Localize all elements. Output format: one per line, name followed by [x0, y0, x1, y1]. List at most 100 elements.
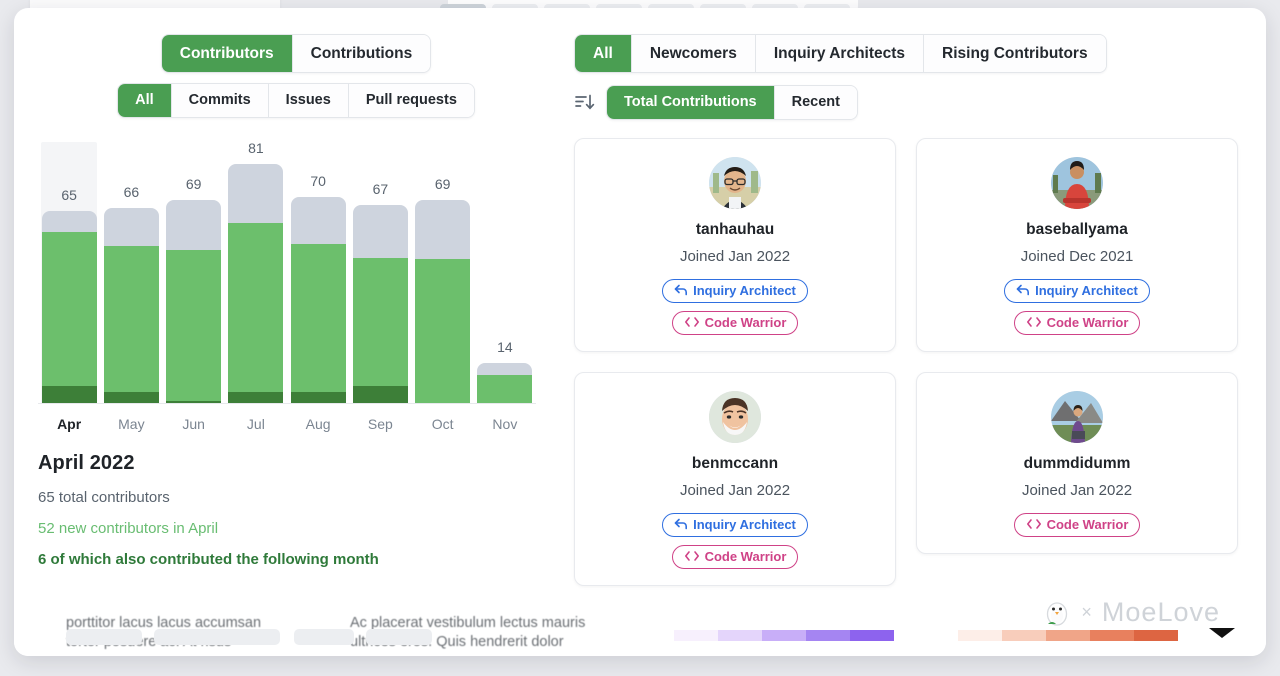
chart-segment-returning — [353, 386, 408, 404]
badge-inquiry-architect[interactable]: Inquiry Architect — [662, 513, 808, 537]
chart-bar-sep[interactable]: 67 — [349, 142, 411, 404]
contributors-chart-panel: Contributors Contributions All Commits I… — [38, 34, 554, 568]
chart-bar-nov[interactable]: 14 — [474, 142, 536, 404]
chart-x-label-oct[interactable]: Oct — [412, 416, 474, 432]
chart-axis-line — [38, 403, 536, 404]
purple-color-scale-legend — [674, 630, 894, 641]
background-chip — [154, 629, 280, 645]
summary-title: April 2022 — [38, 452, 554, 475]
tab-newcomers[interactable]: Newcomers — [632, 35, 756, 72]
badge-inquiry-architect[interactable]: Inquiry Architect — [1004, 279, 1150, 303]
chart-x-label-aug[interactable]: Aug — [287, 416, 349, 432]
penguin-logo-icon — [1042, 598, 1072, 628]
sort-tab-group[interactable]: Total Contributions Recent — [606, 85, 858, 119]
chart-x-label-jun[interactable]: Jun — [163, 416, 225, 432]
primary-tab-group[interactable]: Contributors Contributions — [161, 34, 431, 73]
background-chip — [66, 629, 142, 645]
chart-bar-jun[interactable]: 69 — [163, 142, 225, 404]
chart-bar-aug[interactable]: 70 — [287, 142, 349, 404]
chart-segment-new — [415, 259, 470, 404]
badge-label: Inquiry Architect — [1035, 283, 1138, 298]
chart-bar-jul[interactable]: 81 — [225, 142, 287, 404]
chart-segment-new — [166, 250, 221, 401]
contributor-card[interactable]: dummdidumm Joined Jan 2022 Code Warrior — [916, 372, 1238, 554]
contributor-card[interactable]: tanhauhau Joined Jan 2022 Inquiry Architec… — [574, 138, 896, 352]
reply-arrow-icon — [1016, 284, 1030, 296]
badge-code-warrior[interactable]: Code Warrior — [1014, 513, 1141, 537]
filter-tab-commits[interactable]: Commits — [172, 84, 269, 116]
badge-inquiry-architect[interactable]: Inquiry Architect — [662, 279, 808, 303]
chart-bar-may[interactable]: 66 — [100, 142, 162, 404]
chart-bar-apr[interactable]: 65 — [38, 142, 100, 404]
reply-arrow-icon — [674, 284, 688, 296]
chart-x-label-jul[interactable]: Jul — [225, 416, 287, 432]
tab-rising-contributors[interactable]: Rising Contributors — [924, 35, 1106, 72]
filter-tab-pull-requests[interactable]: Pull requests — [349, 84, 474, 116]
sort-tab-total-contributions[interactable]: Total Contributions — [607, 86, 775, 118]
contributor-username[interactable]: dummdidumm — [927, 455, 1227, 473]
chart-bar-stack — [415, 200, 470, 404]
primary-tab-group-wrap: Contributors Contributions — [38, 34, 554, 73]
contributor-badges: Inquiry Architect Code Warrior — [927, 279, 1227, 335]
sort-descending-icon[interactable] — [574, 92, 596, 112]
chevron-down-icon[interactable] — [1209, 628, 1235, 638]
tab-inquiry-architects[interactable]: Inquiry Architects — [756, 35, 924, 72]
chart-bar-oct[interactable]: 69 — [412, 142, 474, 404]
badge-code-warrior[interactable]: Code Warrior — [672, 311, 799, 335]
chart-bar-value: 69 — [412, 176, 474, 192]
badge-code-warrior[interactable]: Code Warrior — [1014, 311, 1141, 335]
chart-x-label-sep[interactable]: Sep — [349, 416, 411, 432]
color-scale-swatch — [718, 630, 762, 641]
orange-color-scale-legend — [958, 630, 1178, 641]
filter-tab-all[interactable]: All — [118, 84, 172, 116]
reply-arrow-icon — [674, 518, 688, 530]
badge-code-warrior[interactable]: Code Warrior — [672, 545, 799, 569]
chart-bar-value: 65 — [38, 187, 100, 203]
contributor-joined-date: Joined Jan 2022 — [585, 248, 885, 265]
chart-segment-new — [228, 223, 283, 392]
contributor-card[interactable]: baseballyamaJoined Dec 2021Inquiry Archi… — [916, 138, 1238, 352]
color-scale-swatch — [1134, 630, 1178, 641]
chart-bar-value: 66 — [100, 184, 162, 200]
avatar — [709, 157, 761, 209]
avatar — [709, 391, 761, 443]
tab-all[interactable]: All — [575, 35, 632, 72]
contributor-badges: Inquiry Architect Code Warrior — [585, 279, 885, 335]
contributor-username[interactable]: baseballyama — [927, 221, 1227, 239]
tab-contributions[interactable]: Contributions — [293, 35, 431, 72]
contributor-username[interactable]: tanhauhau — [585, 221, 885, 239]
filter-tab-issues[interactable]: Issues — [269, 84, 349, 116]
background-chip — [294, 629, 354, 645]
color-scale-swatch — [674, 630, 718, 641]
watermark-separator: × — [1081, 602, 1093, 623]
chart-x-label-nov[interactable]: Nov — [474, 416, 536, 432]
summary-new-contributors: 52 new contributors in April — [38, 520, 554, 537]
contributor-username[interactable]: benmccann — [585, 455, 885, 473]
color-scale-swatch — [806, 630, 850, 641]
color-scale-swatch — [958, 630, 1002, 641]
sort-tab-recent[interactable]: Recent — [775, 86, 857, 118]
secondary-tab-group-wrap: All Commits Issues Pull requests — [38, 83, 554, 117]
color-scale-swatch — [1090, 630, 1134, 641]
contributor-card[interactable]: benmccann Joined Jan 2022 Inquiry Architec… — [574, 372, 896, 586]
contributor-joined-date: Joined Jan 2022 — [927, 482, 1227, 499]
chart-bar-stack — [42, 211, 97, 404]
chart-segment-new — [477, 375, 532, 404]
sort-controls: Total Contributions Recent — [574, 85, 1264, 119]
color-scale-swatch — [762, 630, 806, 641]
code-brackets-icon — [1026, 518, 1042, 530]
tab-contributors[interactable]: Contributors — [162, 35, 293, 72]
contributor-filter-tabs[interactable]: All Newcomers Inquiry Architects Rising … — [574, 34, 1107, 73]
chart-segment-new — [291, 244, 346, 392]
contributors-bar-chart[interactable]: 6566698170676914 AprMayJunJulAugSepOctNo… — [38, 142, 536, 432]
contributor-joined-date: Joined Jan 2022 — [585, 482, 885, 499]
chart-x-label-may[interactable]: May — [100, 416, 162, 432]
badge-label: Inquiry Architect — [693, 517, 796, 532]
secondary-tab-group[interactable]: All Commits Issues Pull requests — [117, 83, 475, 117]
avatar — [1051, 157, 1103, 209]
chart-bar-stack — [353, 205, 408, 404]
chart-bar-value: 69 — [163, 176, 225, 192]
chart-x-label-apr[interactable]: Apr — [38, 416, 100, 432]
contributor-badges: Inquiry Architect Code Warrior — [585, 513, 885, 569]
chart-bar-stack — [291, 197, 346, 404]
